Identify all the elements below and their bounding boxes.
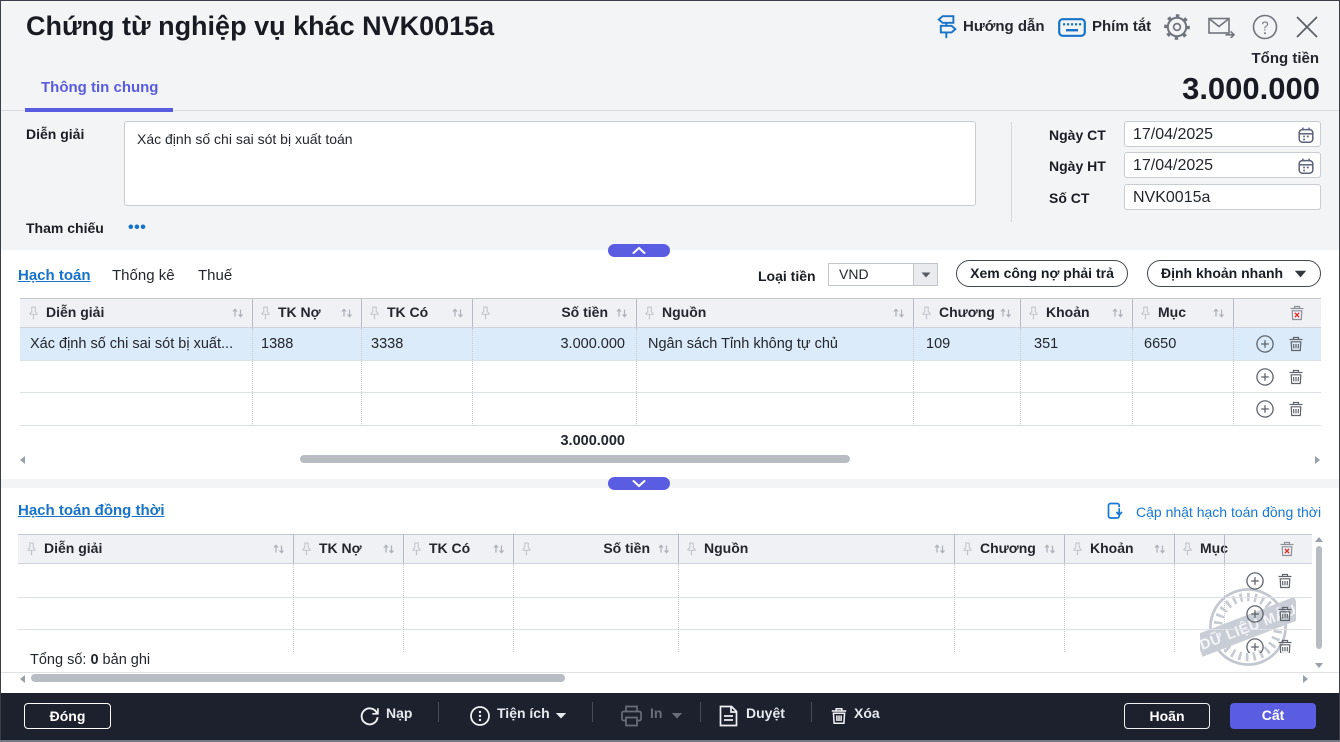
svg-text:?: ?	[1261, 19, 1268, 34]
